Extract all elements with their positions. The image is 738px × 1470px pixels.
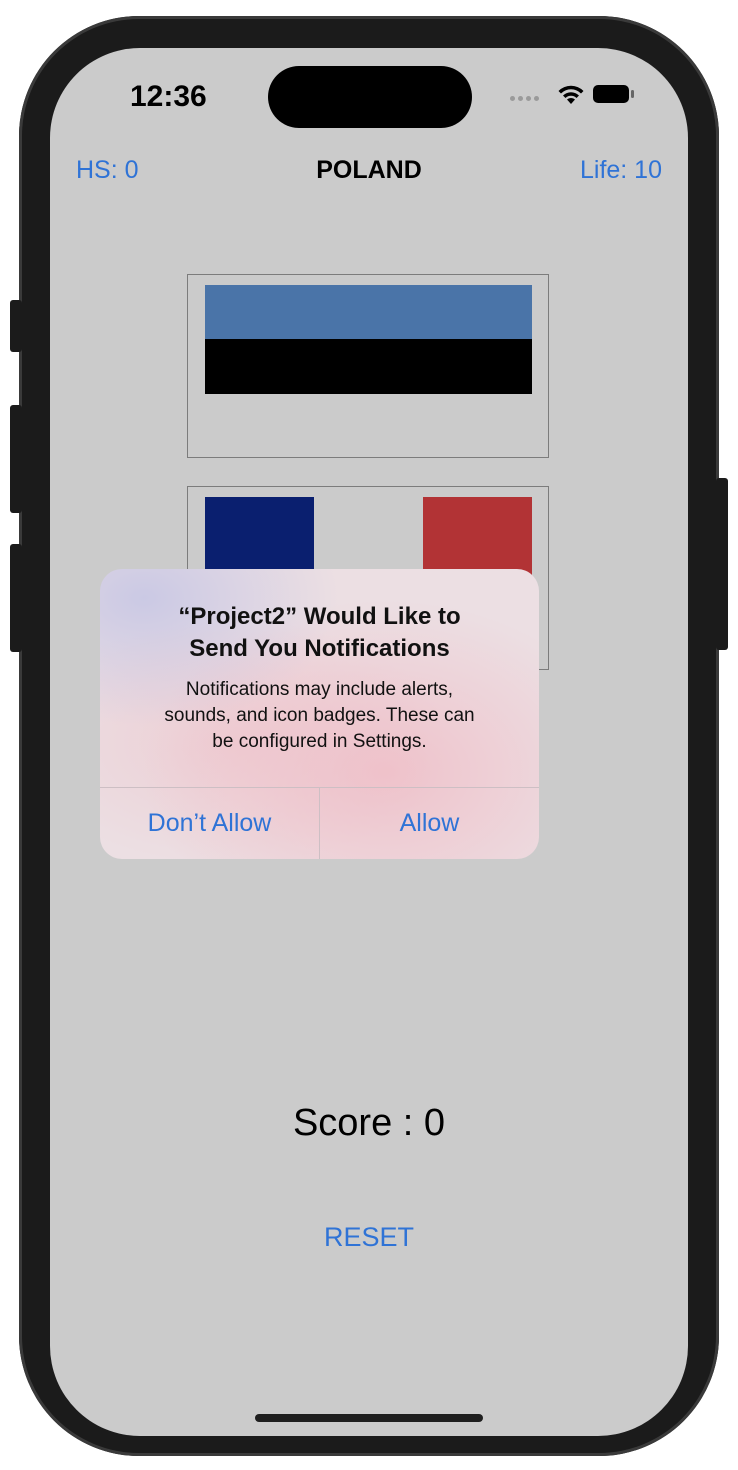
power-button (716, 478, 728, 650)
flag-stripe-middle (205, 339, 532, 394)
home-indicator[interactable] (255, 1414, 483, 1422)
reset-button[interactable]: RESET (50, 1222, 688, 1253)
allow-button[interactable]: Allow (320, 787, 539, 859)
alert-message-line: sounds, and icon badges. These can (164, 705, 475, 726)
wifi-icon (558, 85, 584, 104)
life-label: Life: 10 (579, 156, 662, 184)
dont-allow-button[interactable]: Don’t Allow (100, 787, 319, 859)
battery-icon (593, 85, 634, 103)
action-button (10, 300, 22, 352)
dynamic-island (268, 66, 472, 128)
alert-message-line: be configured in Settings. (212, 731, 427, 752)
alert-title-line: Send You Notifications (189, 635, 450, 662)
notification-permission-alert: “Project2” Would Like to Send You Notifi… (100, 569, 539, 859)
volume-up-button (10, 405, 22, 513)
flag-stripe-top (205, 285, 532, 339)
volume-down-button (10, 544, 22, 652)
alert-message-line: Notifications may include alerts, (185, 679, 454, 700)
alert-message: Notifications may include alerts, sounds… (120, 677, 519, 755)
alert-title-line: “Project2” Would Like to (178, 603, 461, 630)
signal-dots-icon (510, 96, 539, 101)
flag-option-1-button[interactable] (187, 274, 549, 458)
score-label: Score : 0 (292, 1102, 446, 1144)
alert-title: “Project2” Would Like to Send You Notifi… (120, 601, 519, 665)
status-time: 12:36 (130, 80, 207, 113)
